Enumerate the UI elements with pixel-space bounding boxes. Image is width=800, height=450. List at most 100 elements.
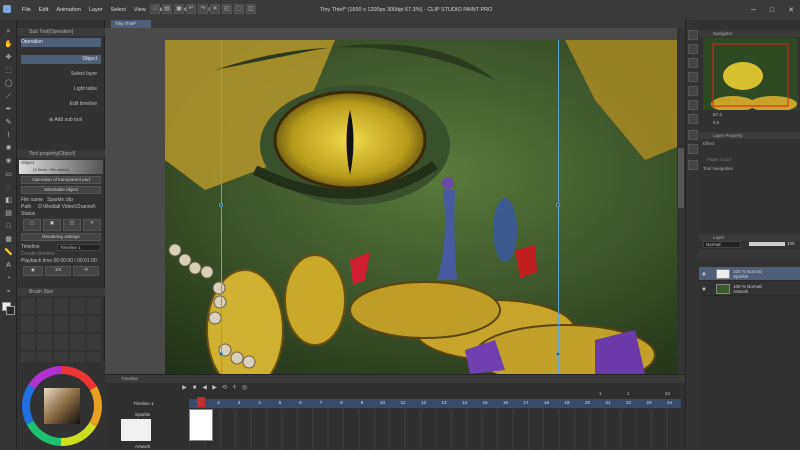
blend-icon[interactable]: ◌ [3,182,14,193]
redo-icon[interactable]: ↷ [198,4,208,14]
onion-skin-icon[interactable]: ◎ [241,385,248,392]
add-sub-tool-button[interactable]: ⊕ Add sub tool [21,116,101,125]
eraser-icon[interactable]: ▭ [3,169,14,180]
invert-icon[interactable]: ◫ [246,4,256,14]
pen-icon[interactable]: ✒ [3,104,14,115]
rotate-value[interactable]: 0.0 [713,120,719,125]
layer-search-icon[interactable] [688,86,698,96]
text-icon[interactable]: A [3,260,14,271]
status-icon-3[interactable]: ◫ [63,219,81,231]
new-cel-icon[interactable]: ＋ [231,385,238,392]
brush-size-preset[interactable] [21,316,36,332]
guide-handle[interactable] [556,352,560,356]
save-icon[interactable]: ▣ [174,4,184,14]
eyedropper-icon[interactable]: ⟋ [3,91,14,102]
brush-size-preset[interactable] [37,298,52,314]
correct-line-icon[interactable]: ⌁ [3,286,14,297]
loop-icon[interactable]: ⟲ [221,385,228,392]
guide-handle[interactable] [219,203,223,207]
stop-icon[interactable]: ■ [191,385,198,392]
deselect-icon[interactable]: ⬚ [234,4,244,14]
scrollbar-thumb[interactable] [678,148,684,208]
opacity-value[interactable]: 100 [787,241,795,246]
selection-icon[interactable]: ⬚ [3,65,14,76]
transparent-part-dropdown[interactable]: Operation of transparent part [21,176,101,184]
rendering-settings-button[interactable]: Rendering settings [21,233,101,241]
sub-tool-group-operation[interactable]: Operation [21,38,101,47]
pencil-icon[interactable]: ✎ [3,117,14,128]
layer-row-sparkle[interactable]: ◉ 100 % Normal Sparkle [699,267,800,281]
brush-icon[interactable]: ⌇ [3,130,14,141]
brush-size-preset[interactable] [86,334,101,350]
brush-size-preset[interactable] [86,316,101,332]
minimize-icon[interactable]: ─ [751,7,756,14]
sub-tool-edit-timeline[interactable]: Edit timeline [21,100,101,109]
menu-item-animation[interactable]: Animation [56,7,80,13]
timeline-name[interactable]: Timeline 1 [133,399,189,408]
sub-tool-object[interactable]: Object [21,55,101,64]
menu-item-file[interactable]: File [22,7,31,13]
search-icon[interactable] [688,58,698,68]
play-mode-button[interactable]: ◉ [23,266,43,276]
zoom-icon[interactable]: ⌕ [3,26,14,37]
open-icon[interactable]: ▤ [162,4,172,14]
brush-size-preset[interactable] [70,298,85,314]
brush-size-preset[interactable] [37,334,52,350]
timeline-select[interactable]: Timeline 1 [57,244,101,251]
blend-mode-select[interactable]: Normal [703,241,741,248]
navigator-preview[interactable] [703,38,798,110]
brush-size-preset[interactable] [53,334,69,350]
menu-item-layer[interactable]: Layer [89,7,103,13]
document-tab[interactable]: Tiny Thief* [111,20,151,28]
lasso-icon[interactable]: ◯ [3,78,14,89]
clear-icon[interactable]: ✕ [210,4,220,14]
maximize-icon[interactable]: □ [770,7,774,14]
effect-icon[interactable] [688,130,698,140]
guide-line-right[interactable] [558,40,559,374]
gear-icon[interactable] [688,144,698,154]
eye-icon[interactable]: ◉ [702,271,706,276]
decoration-icon[interactable]: ❀ [3,156,14,167]
color-wheel[interactable] [17,362,105,450]
brush-size-preset[interactable] [86,298,101,314]
material-icon[interactable] [688,44,698,54]
timeline-grid[interactable] [189,409,681,450]
brush-size-preset[interactable] [53,298,69,314]
frame-icon[interactable]: ▦ [3,234,14,245]
close-icon[interactable]: ✕ [788,6,794,14]
brush-size-preset[interactable] [53,316,69,332]
brush-size-preset[interactable] [21,298,36,314]
transform-icon[interactable]: ◰ [222,4,232,14]
timeline-ruler[interactable]: 123456789101112131415161718192021222324 [189,399,681,408]
property-icon[interactable] [688,100,698,110]
settings-icon[interactable] [688,114,698,124]
fill-icon[interactable]: ◧ [3,195,14,206]
guide-handle[interactable] [556,203,560,207]
playhead[interactable] [197,397,205,407]
brush-size-preset[interactable] [21,334,36,350]
loop-button[interactable]: ⟲ [73,266,99,276]
status-icon-1[interactable]: ▢ [23,219,41,231]
eye-icon[interactable]: ◉ [702,286,706,291]
brush-size-preset[interactable] [70,316,85,332]
hand-icon[interactable]: ✋ [3,39,14,50]
speed-button[interactable]: 1/4 [45,266,71,276]
next-frame-icon[interactable]: ▶ [211,385,218,392]
timeline-cel[interactable] [189,409,213,441]
history-icon[interactable] [688,72,698,82]
status-icon-4[interactable]: ✕ [83,219,101,231]
gradient-icon[interactable]: ▤ [3,208,14,219]
prev-frame-icon[interactable]: ◀ [201,385,208,392]
palette-icon[interactable] [688,160,698,170]
undo-icon[interactable]: ↶ [186,4,196,14]
move-icon[interactable]: ✥ [3,52,14,63]
sub-color-swatch[interactable] [6,306,15,315]
guide-handle[interactable] [219,352,223,356]
play-icon[interactable]: ▶ [181,385,188,392]
figure-icon[interactable]: □ [3,221,14,232]
guide-line-left[interactable] [221,40,222,374]
opacity-slider[interactable] [749,242,785,246]
timeline-row-sparkle[interactable]: Sparkle [105,410,189,419]
brush-size-preset[interactable] [37,316,52,332]
new-icon[interactable]: □ [150,4,160,14]
